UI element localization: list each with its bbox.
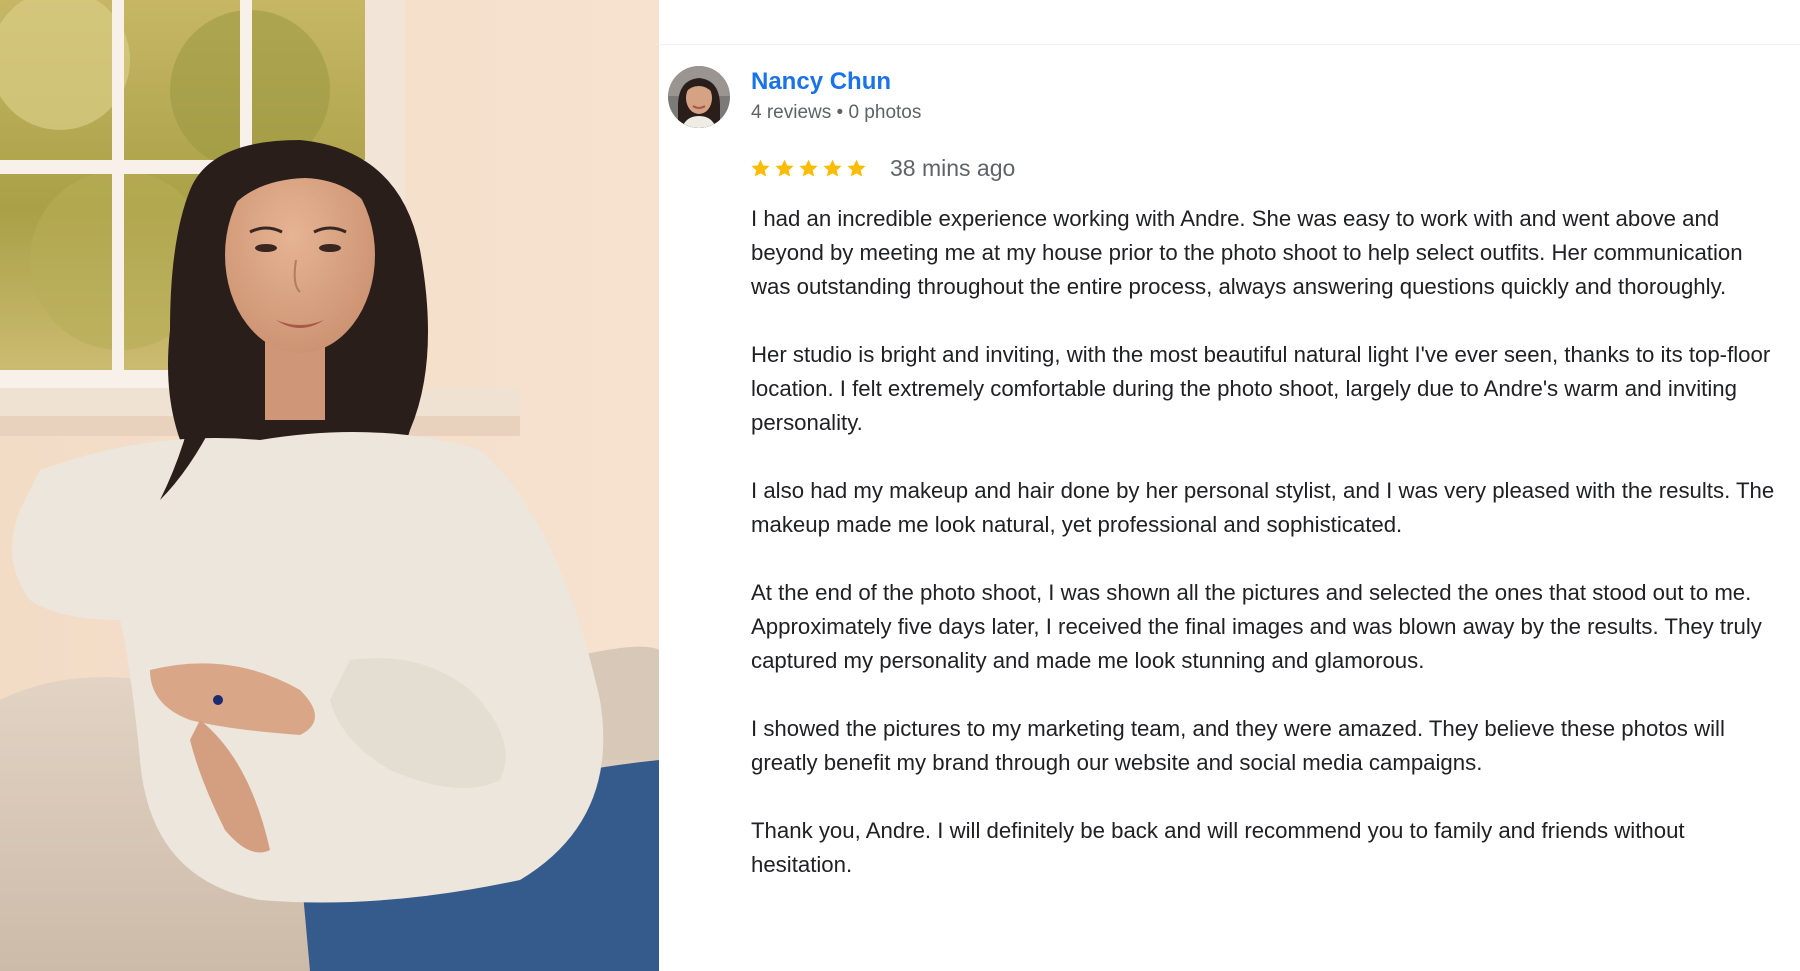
review-text: I had an incredible experience working w… bbox=[751, 202, 1786, 916]
portrait-illustration bbox=[0, 0, 659, 971]
star-icon bbox=[751, 159, 770, 177]
user-avatar-icon[interactable] bbox=[668, 66, 730, 128]
reviewer-stats: 4 reviews • 0 photos bbox=[751, 102, 922, 123]
divider bbox=[659, 44, 1800, 45]
review-card: Nancy Chun 4 reviews • 0 photos 38 mins … bbox=[659, 0, 1800, 971]
star-icon bbox=[847, 159, 866, 177]
reviewer-name-link[interactable]: Nancy Chun bbox=[751, 68, 891, 96]
review-timestamp: 38 mins ago bbox=[890, 155, 1016, 181]
review-paragraph: Thank you, Andre. I will definitely be b… bbox=[751, 818, 1685, 877]
review-paragraph: I had an incredible experience working w… bbox=[751, 206, 1743, 299]
portrait-photo bbox=[0, 0, 659, 971]
rating-row: 38 mins ago bbox=[750, 155, 1015, 182]
review-paragraph: At the end of the photo shoot, I was sho… bbox=[751, 580, 1762, 673]
star-rating bbox=[750, 158, 867, 179]
review-paragraph: Her studio is bright and inviting, with … bbox=[751, 342, 1771, 435]
review-paragraph: I also had my makeup and hair done by he… bbox=[751, 478, 1775, 537]
star-icon bbox=[775, 159, 794, 177]
review-paragraph: I showed the pictures to my marketing te… bbox=[751, 716, 1725, 775]
star-icon bbox=[799, 159, 818, 177]
star-icon bbox=[823, 159, 842, 177]
